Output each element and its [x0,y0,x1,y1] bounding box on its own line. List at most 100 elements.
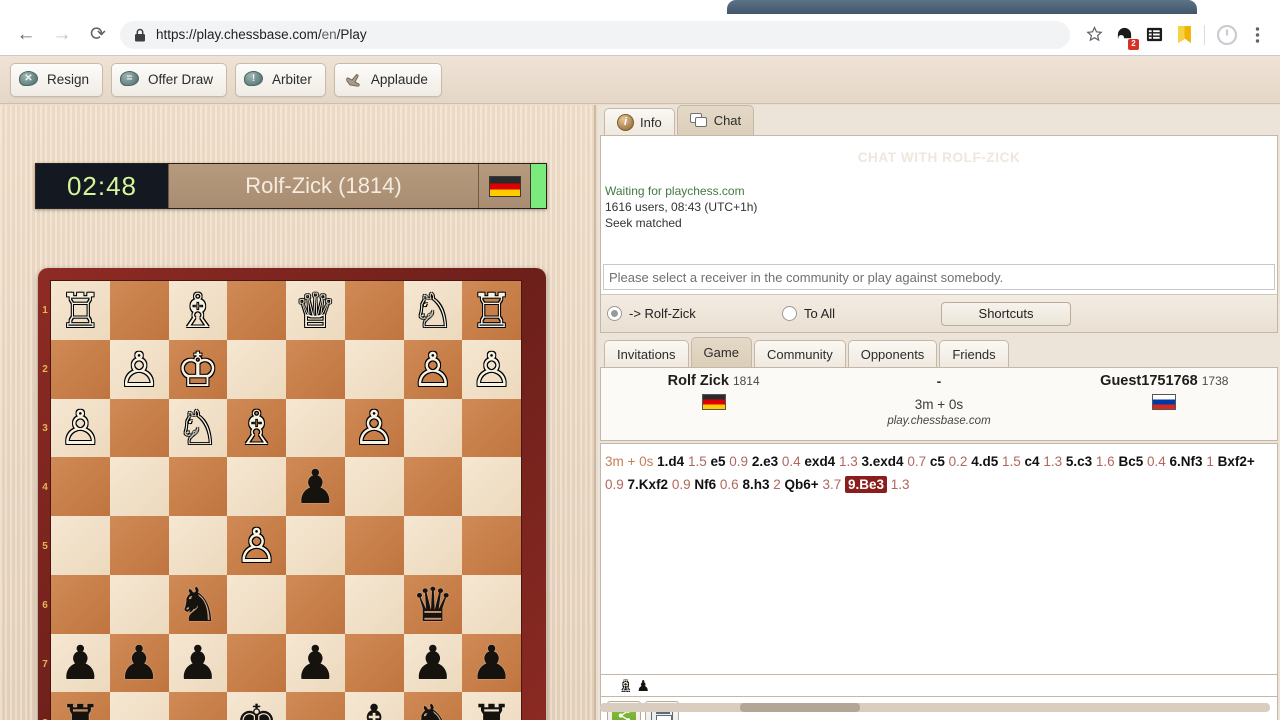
chess-piece[interactable]: ♖ [471,287,513,334]
move-entry[interactable]: 2.e3 [752,454,778,469]
applaude-button[interactable]: Applaude [333,62,442,97]
chess-piece[interactable]: ♟ [294,639,336,686]
tab-game[interactable]: Game [690,337,752,367]
chess-piece[interactable]: ♔ [177,346,219,393]
chess-board-grid[interactable]: ♖ ♗ ♕ ♘ ♖ ♙ ♔ ♙ ♙ ♙ ♘ ♗ ♙ ♟ ♙ ♞ ♛ ♟ ♟ ♟ ♟ ♟ ♟ ♜ ♚ ♝ ♞ ♜ [50,280,522,720]
board-square[interactable] [227,574,286,634]
board-square[interactable] [344,457,404,516]
board-square[interactable]: ♟ [109,633,169,693]
chess-piece[interactable]: ♙ [118,346,160,393]
profile-avatar[interactable] [1213,21,1241,49]
move-entry[interactable]: c5 [930,454,945,469]
board-square[interactable] [168,692,228,720]
board-square[interactable] [344,516,404,575]
reading-list-icon[interactable] [1140,21,1168,49]
chess-piece[interactable]: ♖ [59,287,101,334]
board-square[interactable]: ♟ [286,633,345,693]
chess-piece[interactable]: ♟ [294,463,336,510]
chess-piece[interactable]: ♙ [59,404,101,451]
board-square[interactable] [227,281,286,340]
board-square[interactable]: ♝ [344,692,404,720]
board-square[interactable] [109,281,169,340]
board-square[interactable] [286,339,345,399]
move-entry[interactable]: 7.Kxf2 [628,477,669,492]
chess-piece[interactable]: ♝ [353,698,395,720]
radio-to-all[interactable]: To All [782,306,835,321]
board-square[interactable]: ♛ [403,574,463,634]
board-square[interactable]: ♘ [403,281,463,340]
tab-invitations[interactable]: Invitations [604,340,689,367]
tab-community[interactable]: Community [753,340,846,367]
bookmark-star-icon[interactable] [1080,21,1108,49]
board-square[interactable]: ♗ [168,281,228,340]
board-square[interactable] [462,574,521,634]
bookmark-flag-icon[interactable] [1170,21,1198,49]
chess-piece[interactable]: ♟ [177,639,219,686]
board-square[interactable] [462,398,521,458]
board-square[interactable]: ♟ [286,457,345,516]
board-square[interactable] [403,516,463,575]
move-list[interactable]: 3m + 0s 1.d4 1.5 e5 0.9 2.e3 0.4 exd4 1.… [600,443,1278,675]
move-entry[interactable]: 5.c3 [1066,454,1092,469]
board-square[interactable]: ♙ [227,516,286,575]
scrollbar-thumb[interactable] [740,703,860,712]
board-square[interactable] [344,633,404,693]
board-square[interactable] [109,574,169,634]
move-entry[interactable]: 4.d5 [971,454,998,469]
move-entry[interactable]: Nf6 [694,477,716,492]
shortcuts-button[interactable]: Shortcuts [941,301,1071,326]
tab-opponents[interactable]: Opponents [847,340,938,367]
board-square[interactable]: ♟ [168,633,228,693]
board-square[interactable] [227,339,286,399]
board-square[interactable]: ♘ [168,398,228,458]
back-arrow-icon[interactable]: ← [8,17,44,53]
board-square[interactable] [227,457,286,516]
chess-piece[interactable]: ♙ [412,346,454,393]
tab-chat[interactable]: Chat [676,105,755,135]
reload-icon[interactable]: ⟳ [80,17,116,53]
move-entry[interactable]: 1.d4 [657,454,684,469]
board-square[interactable]: ♟ [403,633,463,693]
offer-draw-button[interactable]: = Offer Draw [111,62,228,97]
board-square[interactable] [168,457,228,516]
board-square[interactable] [286,574,345,634]
resign-button[interactable]: ✕ Resign [10,62,104,97]
board-square[interactable] [403,457,463,516]
chess-piece[interactable]: ♜ [471,698,513,720]
chess-piece[interactable]: ♕ [294,287,336,334]
board-square[interactable] [51,457,110,516]
board-square[interactable]: ♕ [286,281,345,340]
arbiter-button[interactable]: ! Arbiter [235,62,326,97]
tab-info[interactable]: i Info [604,108,675,135]
horizontal-scrollbar[interactable] [600,703,1270,712]
forward-arrow-icon[interactable]: → [44,17,80,53]
board-square[interactable] [344,281,404,340]
browser-tab[interactable] [727,0,1197,14]
board-square[interactable] [109,398,169,458]
board-square[interactable] [403,398,463,458]
move-entry[interactable]: Qb6+ [785,477,819,492]
board-square[interactable]: ♟ [51,633,110,693]
address-bar[interactable]: https://play.chessbase.com/en/Play [120,20,1070,49]
board-square[interactable] [286,398,345,458]
chess-piece[interactable]: ♜ [59,698,101,720]
board-square[interactable]: ♖ [462,281,521,340]
board-square[interactable] [227,633,286,693]
board-square[interactable]: ♙ [51,398,110,458]
chess-piece[interactable]: ♗ [177,287,219,334]
radio-to-player[interactable]: -> Rolf-Zick [607,306,782,321]
extension-icon[interactable]: 2 [1110,21,1139,50]
chat-input[interactable]: Please select a receiver in the communit… [603,264,1275,290]
board-square[interactable] [168,516,228,575]
board-square[interactable]: ♖ [51,281,110,340]
board-square[interactable]: ♞ [403,692,463,720]
move-entry[interactable]: Bxf2+ [1218,454,1255,469]
tab-friends[interactable]: Friends [939,340,1009,367]
board-square[interactable] [344,574,404,634]
board-square[interactable] [462,457,521,516]
board-square[interactable] [51,574,110,634]
move-entry[interactable]: Bc5 [1118,454,1143,469]
chess-piece[interactable]: ♟ [412,639,454,686]
board-square[interactable]: ♚ [227,692,286,720]
chess-piece[interactable]: ♘ [177,404,219,451]
